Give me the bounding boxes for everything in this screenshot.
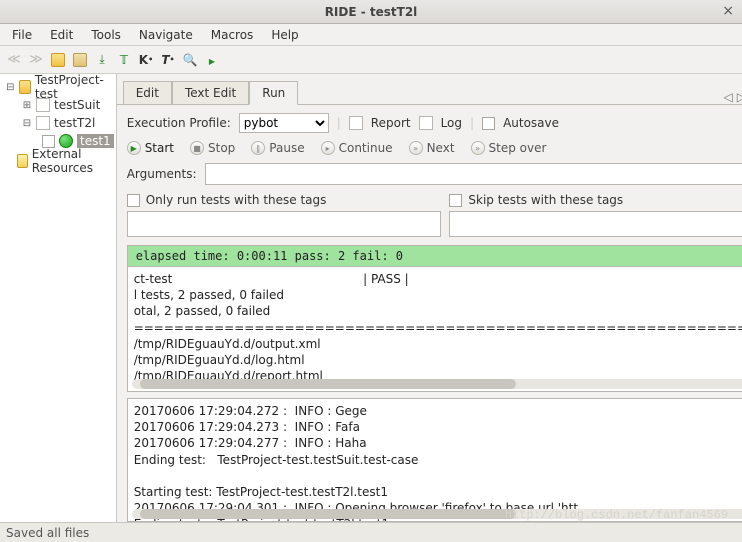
folder-icon xyxy=(19,80,31,94)
autosave-checkbox[interactable] xyxy=(482,117,495,130)
title-bar: RIDE - testT2l × xyxy=(0,0,742,24)
checkbox[interactable] xyxy=(42,135,55,148)
menu-tools[interactable]: Tools xyxy=(83,26,129,44)
collapse-icon[interactable]: ⊟ xyxy=(22,118,32,129)
log-link[interactable]: Log xyxy=(441,116,462,130)
tab-textedit[interactable]: Text Edit xyxy=(172,81,249,104)
scrollbar[interactable] xyxy=(132,379,742,389)
tree-label: testSuit xyxy=(54,98,100,112)
tree-label-selected: test1 xyxy=(77,134,114,148)
skip-tags-checkbox[interactable] xyxy=(449,194,462,207)
exec-profile-label: Execution Profile: xyxy=(127,116,231,130)
toolbar: ≪ ≫ ⤓ 𝕋 K• T• 🔍 xyxy=(0,46,742,74)
tab-next-icon[interactable]: ▷ xyxy=(737,90,742,104)
skip-tags-input[interactable] xyxy=(449,211,742,237)
skip-tags-label: Skip tests with these tags xyxy=(468,193,623,207)
tab-prev-icon[interactable]: ◁ xyxy=(724,90,733,104)
keyword-bold-icon[interactable]: K• xyxy=(138,52,154,68)
menu-bar: File Edit Tools Navigate Macros Help xyxy=(0,24,742,46)
message-log-console[interactable]: 20170606 17:29:04.272 : INFO : Gege 2017… xyxy=(127,398,742,522)
status-bar: Saved all files xyxy=(0,522,742,542)
run-status-bar: elapsed time: 0:00:11 pass: 2 fail: 0 xyxy=(127,245,742,266)
testcase-icon xyxy=(59,134,73,148)
save-icon[interactable]: ⤓ xyxy=(94,52,110,68)
tab-run[interactable]: Run xyxy=(249,81,298,105)
only-tags-label: Only run tests with these tags xyxy=(146,193,327,207)
arguments-label: Arguments: xyxy=(127,167,197,181)
arguments-input[interactable] xyxy=(205,163,742,185)
open-folder-icon[interactable] xyxy=(50,52,66,68)
start-button[interactable]: ▶Start xyxy=(127,141,174,155)
next-button[interactable]: »Next xyxy=(409,141,455,155)
only-tags-checkbox[interactable] xyxy=(127,194,140,207)
status-text: Saved all files xyxy=(6,526,89,540)
file-icon xyxy=(36,98,50,112)
menu-macros[interactable]: Macros xyxy=(203,26,262,44)
tree-suite[interactable]: ⊟ testT2l xyxy=(2,114,114,132)
output-console[interactable]: ct-test | PASS | l tests, 2 passed, 0 fa… xyxy=(127,266,742,392)
autosave-label: Autosave xyxy=(503,116,559,130)
file-icon xyxy=(36,116,50,130)
run-config: Execution Profile: pybot | Report Log | … xyxy=(117,104,742,245)
menu-navigate[interactable]: Navigate xyxy=(131,26,201,44)
tree-label: External Resources xyxy=(32,147,114,175)
forward-icon[interactable]: ≫ xyxy=(28,52,44,68)
menu-file[interactable]: File xyxy=(4,26,40,44)
stepover-button[interactable]: »Step over xyxy=(471,141,547,155)
tree-label: TestProject-test xyxy=(35,73,114,101)
only-tags-input[interactable] xyxy=(127,211,442,237)
folder-icon[interactable] xyxy=(72,52,88,68)
resources-icon xyxy=(17,154,28,168)
window-title: RIDE - testT2l xyxy=(325,5,418,19)
tree-label: testT2l xyxy=(54,116,95,130)
pause-button[interactable]: ∥Pause xyxy=(251,141,304,155)
collapse-icon[interactable]: ⊟ xyxy=(6,82,15,93)
tree-external[interactable]: External Resources xyxy=(2,152,114,170)
log-icon xyxy=(419,116,433,130)
continue-button[interactable]: ▸Continue xyxy=(321,141,393,155)
tree-root[interactable]: ⊟ TestProject-test xyxy=(2,78,114,96)
play-icon[interactable] xyxy=(204,52,220,68)
report-icon xyxy=(349,116,363,130)
testcase-icon[interactable]: 𝕋 xyxy=(116,52,132,68)
project-tree: ⊟ TestProject-test ⊞ testSuit ⊟ testT2l … xyxy=(0,74,117,522)
editor-tabs: Edit Text Edit Run ◁ ▷ × xyxy=(117,74,742,104)
report-link[interactable]: Report xyxy=(371,116,411,130)
back-icon[interactable]: ≪ xyxy=(6,52,22,68)
menu-edit[interactable]: Edit xyxy=(42,26,81,44)
watermark: http://blog.csdn.net/fanfan4569 xyxy=(505,508,728,522)
stop-button[interactable]: ■Stop xyxy=(190,141,235,155)
search-icon[interactable]: 🔍 xyxy=(182,52,198,68)
tree-suite[interactable]: ⊞ testSuit xyxy=(2,96,114,114)
main-panel: Edit Text Edit Run ◁ ▷ × Execution Profi… xyxy=(117,74,742,522)
menu-help[interactable]: Help xyxy=(263,26,306,44)
tab-edit[interactable]: Edit xyxy=(123,81,172,104)
expand-icon[interactable]: ⊞ xyxy=(22,100,32,111)
close-icon[interactable]: × xyxy=(722,3,734,19)
keyword-italic-icon[interactable]: T• xyxy=(160,52,176,68)
exec-profile-select[interactable]: pybot xyxy=(239,113,329,133)
